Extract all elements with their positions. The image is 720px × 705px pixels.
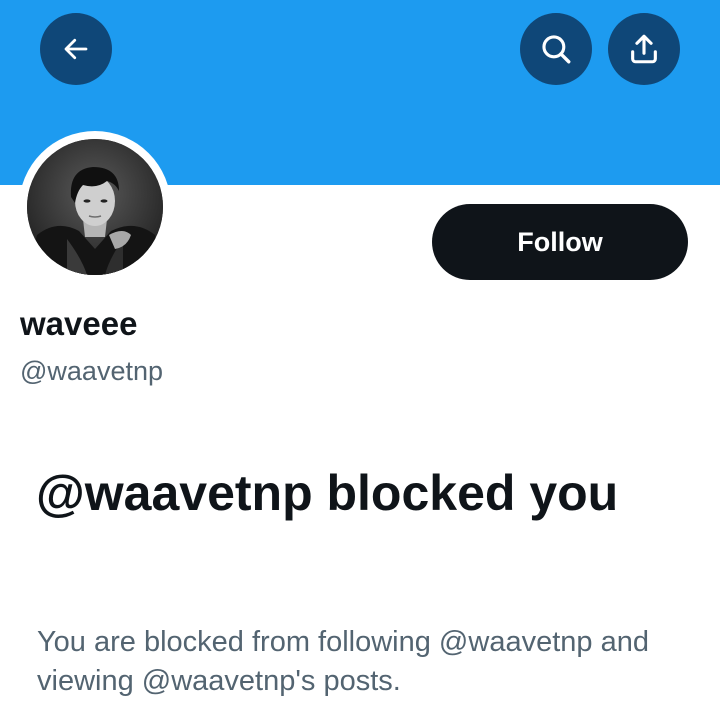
display-name: waveee	[20, 305, 138, 342]
search-icon	[539, 32, 573, 66]
profile-handle: @waavetnp	[20, 356, 163, 386]
arrow-left-icon	[61, 34, 91, 64]
search-button[interactable]	[520, 13, 592, 85]
back-button[interactable]	[40, 13, 112, 85]
blocked-description: You are blocked from following @waavetnp…	[37, 626, 649, 697]
share-button[interactable]	[608, 13, 680, 85]
avatar[interactable]	[19, 131, 171, 283]
avatar-image	[27, 139, 163, 275]
share-upload-icon	[627, 32, 661, 66]
follow-button[interactable]: Follow	[432, 204, 688, 280]
blocked-title: @waavetnp blocked you	[36, 465, 619, 521]
